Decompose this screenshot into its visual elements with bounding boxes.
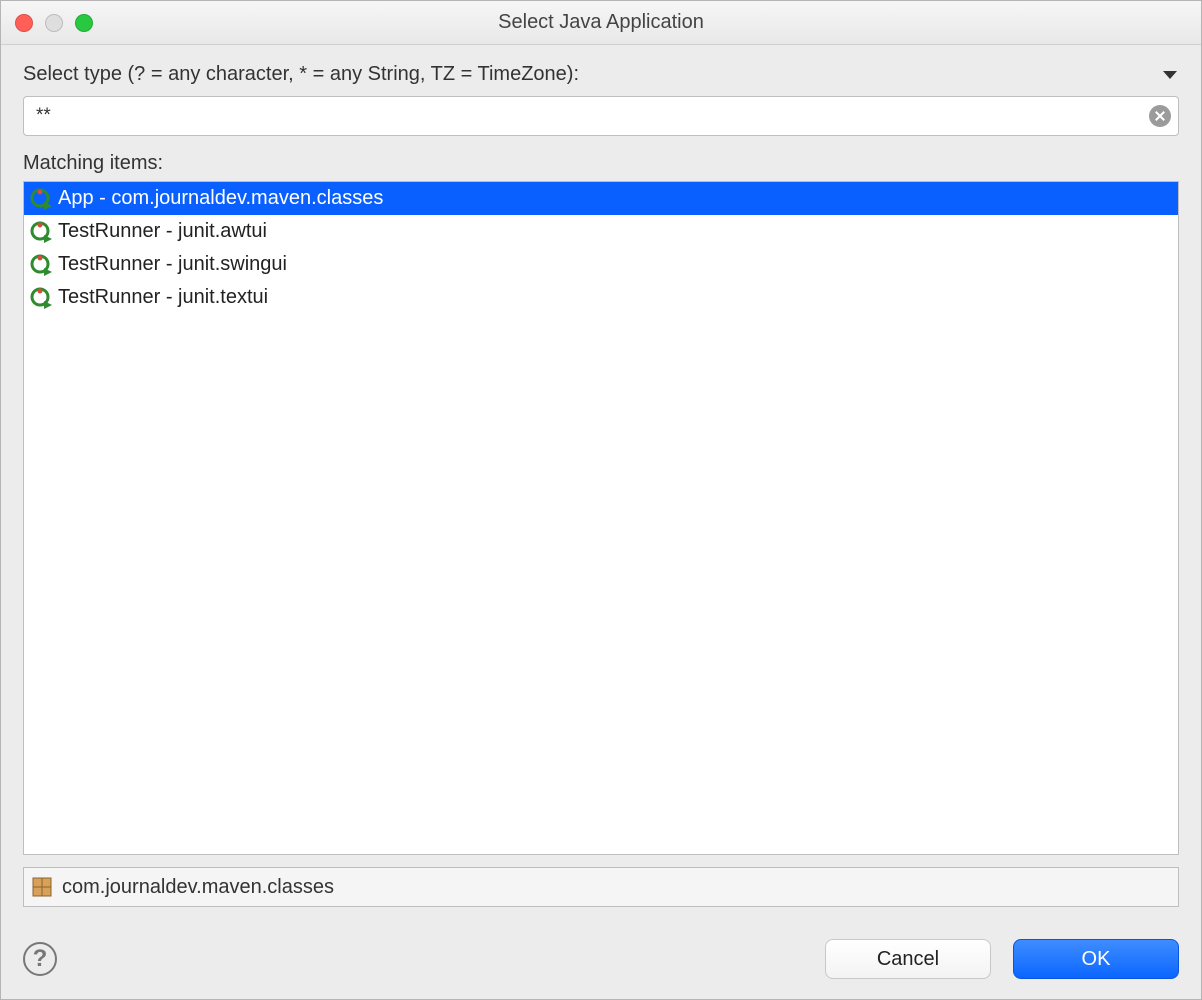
cancel-button[interactable]: Cancel bbox=[825, 939, 991, 979]
help-button[interactable]: ? bbox=[23, 942, 57, 976]
clear-input-button[interactable] bbox=[1149, 105, 1171, 127]
package-icon bbox=[32, 877, 52, 897]
list-item[interactable]: TestRunner - junit.textui bbox=[24, 281, 1178, 314]
view-menu-dropdown[interactable] bbox=[1161, 69, 1179, 81]
type-filter-input[interactable] bbox=[23, 96, 1179, 136]
list-item-label: TestRunner - junit.textui bbox=[58, 286, 268, 309]
java-runnable-icon bbox=[30, 254, 52, 276]
dialog-window: Select Java Application Select type (? =… bbox=[0, 0, 1202, 1000]
search-field bbox=[23, 96, 1179, 136]
list-item-label: TestRunner - junit.awtui bbox=[58, 220, 267, 243]
java-runnable-icon bbox=[30, 287, 52, 309]
java-runnable-icon bbox=[30, 188, 52, 210]
status-bar: com.journaldev.maven.classes bbox=[23, 867, 1179, 907]
list-item-label: App - com.journaldev.maven.classes bbox=[58, 187, 383, 210]
dialog-content: Select type (? = any character, * = any … bbox=[1, 45, 1201, 919]
window-title: Select Java Application bbox=[1, 11, 1201, 34]
list-item[interactable]: TestRunner - junit.awtui bbox=[24, 215, 1178, 248]
ok-button[interactable]: OK bbox=[1013, 939, 1179, 979]
title-bar: Select Java Application bbox=[1, 1, 1201, 45]
minimize-window-button[interactable] bbox=[45, 14, 63, 32]
java-runnable-icon bbox=[30, 221, 52, 243]
list-item[interactable]: TestRunner - junit.swingui bbox=[24, 248, 1178, 281]
selected-package-label: com.journaldev.maven.classes bbox=[62, 876, 334, 899]
close-window-button[interactable] bbox=[15, 14, 33, 32]
window-controls bbox=[1, 14, 93, 32]
prompt-label: Select type (? = any character, * = any … bbox=[23, 63, 579, 86]
dialog-footer: ? Cancel OK bbox=[1, 919, 1201, 999]
list-item[interactable]: App - com.journaldev.maven.classes bbox=[24, 182, 1178, 215]
matching-items-list[interactable]: App - com.journaldev.maven.classes TestR… bbox=[23, 181, 1179, 855]
maximize-window-button[interactable] bbox=[75, 14, 93, 32]
matching-items-label: Matching items: bbox=[23, 152, 1179, 175]
prompt-row: Select type (? = any character, * = any … bbox=[23, 63, 1179, 86]
footer-buttons: Cancel OK bbox=[825, 939, 1179, 979]
list-item-label: TestRunner - junit.swingui bbox=[58, 253, 287, 276]
